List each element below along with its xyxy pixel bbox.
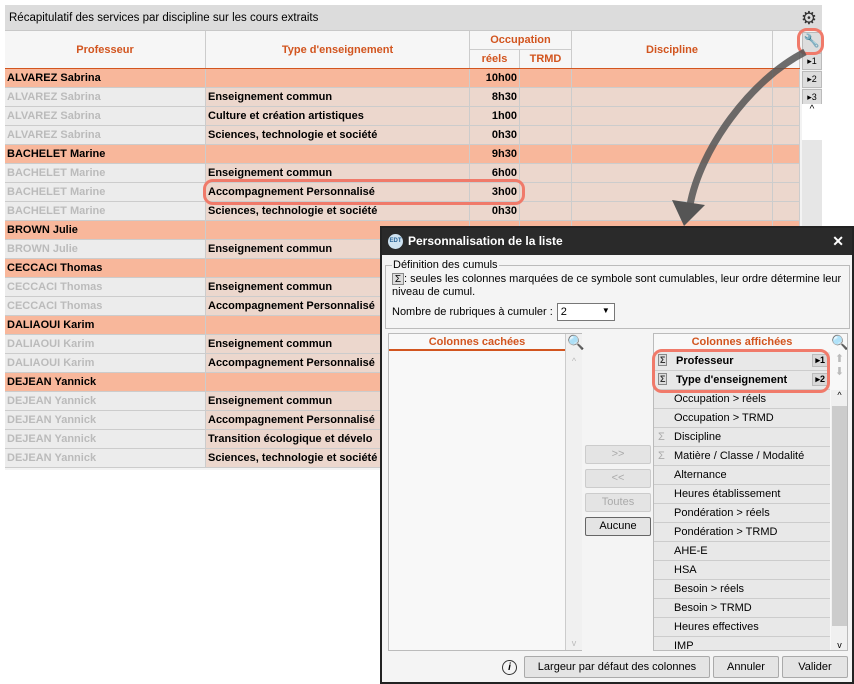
dialog-titlebar: EDT Personnalisation de la liste ✕ [382, 228, 852, 255]
cumul-description: : seules les colonnes marquées de ce sym… [392, 273, 842, 298]
column-label: Occupation > réels [674, 393, 767, 405]
chevron-down-icon: ▼ [601, 306, 610, 315]
validate-button[interactable]: Valider [782, 656, 848, 678]
reorder-arrows[interactable]: ⬆ ⬇ [831, 352, 847, 388]
customize-list-dialog: EDT Personnalisation de la liste ✕ Défin… [380, 226, 854, 684]
column-label: Besoin > réels [674, 583, 745, 595]
column-label: Pondération > TRMD [674, 526, 778, 538]
shown-column-item[interactable]: Pondération > TRMD [654, 523, 830, 542]
column-label: Occupation > TRMD [674, 412, 774, 424]
column-label: Pondération > réels [674, 507, 770, 519]
search-icon[interactable]: 🔍 [567, 334, 584, 351]
column-label: Heures établissement [674, 488, 781, 500]
count-value: 2 [560, 306, 567, 318]
search-icon[interactable]: 🔍 [831, 334, 847, 351]
column-label: HSA [674, 564, 697, 576]
shown-column-item[interactable]: Alternance [654, 466, 830, 485]
column-label: Discipline [674, 431, 722, 443]
cumul-legend: Définition des cumuls [393, 259, 498, 271]
shown-scrollbar[interactable]: ^ v [831, 390, 847, 650]
column-label: Heures effectives [674, 621, 759, 633]
dialog-title: Personnalisation de la liste [408, 234, 563, 248]
shown-column-item[interactable]: Besoin > réels [654, 580, 830, 599]
hidden-columns-header: Colonnes cachées [389, 334, 565, 351]
shown-column-item[interactable]: Σ Matière / Classe / Modalité [654, 447, 830, 466]
cumul-definition-group: Définition des cumuls Σ: seules les colo… [385, 259, 850, 329]
shown-column-item[interactable]: Occupation > TRMD [654, 409, 830, 428]
column-label: Matière / Classe / Modalité [674, 450, 805, 462]
shown-column-item[interactable]: Besoin > TRMD [654, 599, 830, 618]
edt-logo-icon: EDT [388, 234, 403, 249]
info-icon[interactable]: i [502, 660, 517, 675]
default-width-button[interactable]: Largeur par défaut des colonnes [524, 656, 710, 678]
shown-column-item[interactable]: AHE-E [654, 542, 830, 561]
shown-column-item[interactable]: HSA [654, 561, 830, 580]
shown-column-item[interactable]: Pondération > réels [654, 504, 830, 523]
hidden-columns-panel: Colonnes cachées ^ v 🔍 [388, 333, 584, 651]
column-label: IMP [674, 640, 694, 651]
shown-column-item[interactable]: IMP [654, 637, 830, 651]
sigma-icon: Σ [658, 431, 665, 443]
sigma-icon: Σ [658, 450, 665, 462]
shown-column-item[interactable]: Σ Discipline [654, 428, 830, 447]
all-button[interactable]: Toutes [585, 493, 651, 512]
close-icon[interactable]: ✕ [832, 233, 844, 250]
count-label: Nombre de rubriques à cumuler : [392, 306, 553, 318]
column-label: Besoin > TRMD [674, 602, 752, 614]
column-label: Alternance [674, 469, 727, 481]
move-right-button[interactable]: >> [585, 445, 651, 464]
cumul-highlight [652, 349, 830, 393]
shown-column-item[interactable]: Heures effectives [654, 618, 830, 637]
none-button[interactable]: Aucune [585, 517, 651, 536]
sigma-icon: Σ [392, 273, 404, 285]
count-select[interactable]: 2 ▼ [556, 303, 615, 321]
cancel-button[interactable]: Annuler [713, 656, 779, 678]
hidden-scrollbar[interactable]: ^ v [565, 334, 582, 650]
column-label: AHE-E [674, 545, 708, 557]
move-left-button[interactable]: << [585, 469, 651, 488]
shown-column-item[interactable]: Heures établissement [654, 485, 830, 504]
